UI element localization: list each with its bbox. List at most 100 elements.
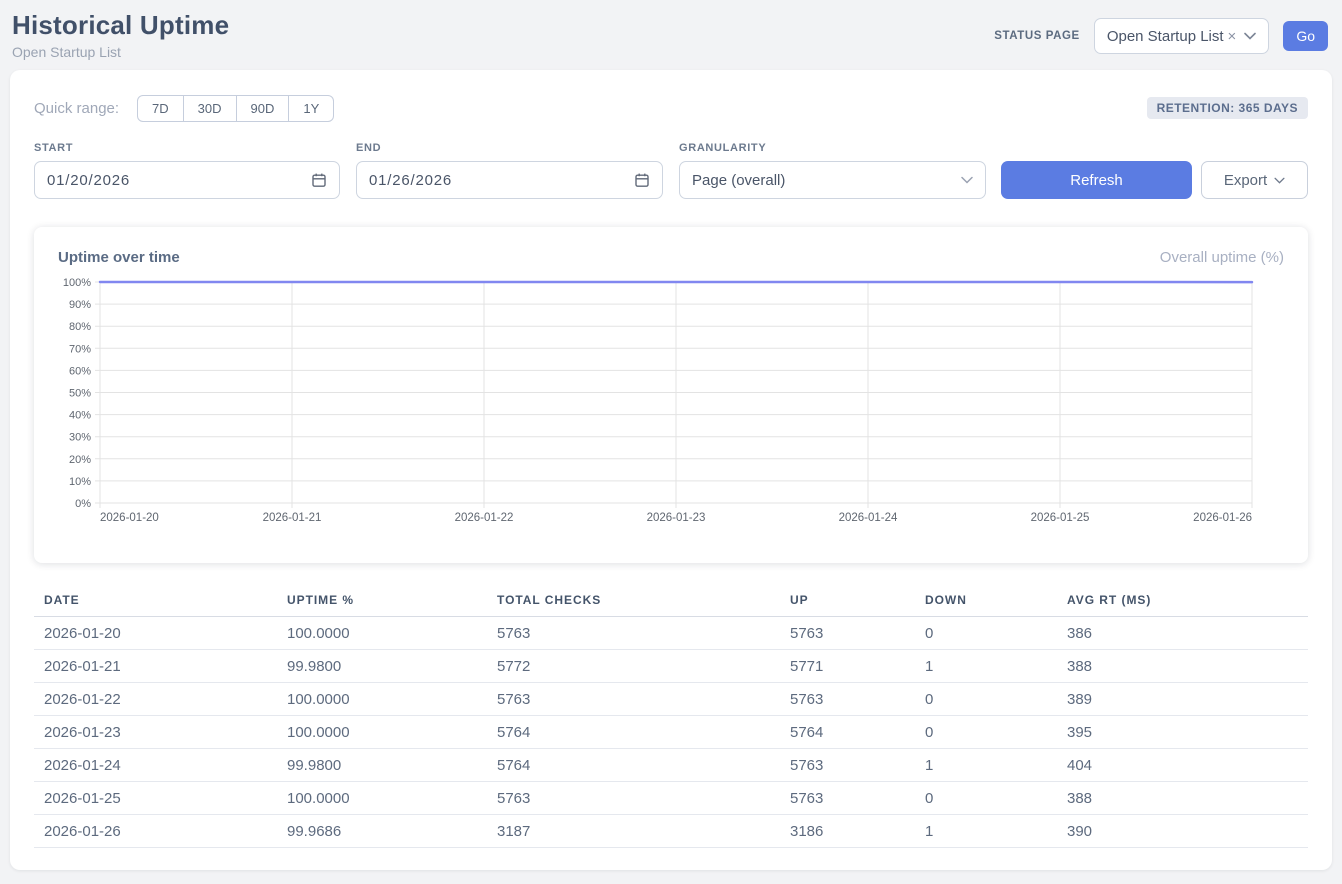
status-page-select[interactable]: Open Startup List × <box>1094 18 1270 54</box>
granularity-select[interactable]: Page (overall) <box>679 161 986 199</box>
chart-title: Uptime over time <box>58 249 180 266</box>
uptime-table: DATE UPTIME % TOTAL CHECKS UP DOWN AVG R… <box>34 587 1308 848</box>
table-cell: 0 <box>915 683 1057 716</box>
table-row: 2026-01-22100.0000576357630389 <box>34 683 1308 716</box>
granularity-selected-value: Page (overall) <box>692 172 785 189</box>
quick-range-row: Quick range: 7D 30D 90D 1Y RETENTION: 36… <box>34 94 1308 122</box>
table-cell: 2026-01-20 <box>34 617 277 650</box>
table-cell: 5771 <box>780 650 915 683</box>
table-cell: 395 <box>1057 716 1308 749</box>
page-header: Historical Uptime Open Startup List STAT… <box>0 0 1342 70</box>
table-cell: 99.9800 <box>277 749 487 782</box>
page-subtitle: Open Startup List <box>12 44 229 60</box>
export-button[interactable]: Export <box>1201 161 1308 199</box>
uptime-chart-card: Uptime over time Overall uptime (%) 100%… <box>34 227 1308 563</box>
column-header-down: DOWN <box>915 587 1057 617</box>
table-cell: 3187 <box>487 815 780 848</box>
chevron-down-icon <box>1274 177 1285 184</box>
svg-text:2026-01-26: 2026-01-26 <box>1193 512 1252 524</box>
quick-range-7d[interactable]: 7D <box>137 95 184 122</box>
svg-text:10%: 10% <box>69 476 91 488</box>
svg-text:40%: 40% <box>69 410 91 422</box>
end-date-input[interactable]: 01/26/2026 <box>356 161 663 199</box>
table-row: 2026-01-20100.0000576357630386 <box>34 617 1308 650</box>
table-cell: 2026-01-22 <box>34 683 277 716</box>
svg-text:2026-01-22: 2026-01-22 <box>455 512 514 524</box>
chevron-down-icon <box>1244 32 1256 40</box>
table-cell: 404 <box>1057 749 1308 782</box>
calendar-icon[interactable] <box>311 172 327 188</box>
quick-range-group: 7D 30D 90D 1Y <box>137 95 334 122</box>
svg-text:2026-01-20: 2026-01-20 <box>100 512 159 524</box>
go-button[interactable]: Go <box>1283 21 1328 51</box>
chevron-down-icon <box>961 176 973 184</box>
refresh-button[interactable]: Refresh <box>1001 161 1192 199</box>
page-title: Historical Uptime <box>12 10 229 41</box>
uptime-table-body: 2026-01-20100.00005763576303862026-01-21… <box>34 617 1308 848</box>
quick-range-30d[interactable]: 30D <box>184 95 237 122</box>
table-cell: 1 <box>915 815 1057 848</box>
end-date-label: END <box>356 142 663 154</box>
svg-text:30%: 30% <box>69 432 91 444</box>
table-cell: 5763 <box>780 749 915 782</box>
svg-text:2026-01-23: 2026-01-23 <box>647 512 706 524</box>
end-date-value: 01/26/2026 <box>369 172 452 189</box>
table-cell: 2026-01-21 <box>34 650 277 683</box>
svg-text:2026-01-24: 2026-01-24 <box>839 512 898 524</box>
table-row: 2026-01-2699.9686318731861390 <box>34 815 1308 848</box>
table-cell: 2026-01-24 <box>34 749 277 782</box>
table-cell: 386 <box>1057 617 1308 650</box>
table-cell: 5763 <box>487 683 780 716</box>
svg-text:90%: 90% <box>69 299 91 311</box>
status-page-label: STATUS PAGE <box>994 30 1080 42</box>
start-date-value: 01/20/2026 <box>47 172 130 189</box>
table-cell: 5764 <box>487 749 780 782</box>
column-header-up: UP <box>780 587 915 617</box>
table-cell: 0 <box>915 716 1057 749</box>
table-cell: 3186 <box>780 815 915 848</box>
table-cell: 1 <box>915 650 1057 683</box>
table-cell: 388 <box>1057 782 1308 815</box>
table-cell: 100.0000 <box>277 617 487 650</box>
table-cell: 0 <box>915 617 1057 650</box>
table-cell: 100.0000 <box>277 716 487 749</box>
export-button-label: Export <box>1224 172 1267 189</box>
table-cell: 5763 <box>487 782 780 815</box>
start-date-label: START <box>34 142 340 154</box>
status-page-selected-value: Open Startup List <box>1107 28 1224 45</box>
table-cell: 5764 <box>780 716 915 749</box>
granularity-label: GRANULARITY <box>679 142 986 154</box>
quick-range-90d[interactable]: 90D <box>237 95 290 122</box>
table-row: 2026-01-25100.0000576357630388 <box>34 782 1308 815</box>
svg-text:2026-01-21: 2026-01-21 <box>263 512 322 524</box>
table-cell: 100.0000 <box>277 782 487 815</box>
table-cell: 388 <box>1057 650 1308 683</box>
table-cell: 100.0000 <box>277 683 487 716</box>
column-header-avg-rt: AVG RT (MS) <box>1057 587 1308 617</box>
table-cell: 390 <box>1057 815 1308 848</box>
quick-range-label: Quick range: <box>34 100 119 117</box>
table-row: 2026-01-2199.9800577257711388 <box>34 650 1308 683</box>
title-block: Historical Uptime Open Startup List <box>12 10 229 60</box>
svg-text:70%: 70% <box>69 343 91 355</box>
table-cell: 5763 <box>780 683 915 716</box>
table-cell: 99.9800 <box>277 650 487 683</box>
clear-icon[interactable]: × <box>1228 28 1237 45</box>
table-row: 2026-01-2499.9800576457631404 <box>34 749 1308 782</box>
start-date-input[interactable]: 01/20/2026 <box>34 161 340 199</box>
svg-text:80%: 80% <box>69 321 91 333</box>
calendar-icon[interactable] <box>634 172 650 188</box>
chart-legend: Overall uptime (%) <box>1160 249 1284 266</box>
table-cell: 1 <box>915 749 1057 782</box>
quick-range-1y[interactable]: 1Y <box>289 95 334 122</box>
table-cell: 5772 <box>487 650 780 683</box>
table-row: 2026-01-23100.0000576457640395 <box>34 716 1308 749</box>
svg-text:2026-01-25: 2026-01-25 <box>1031 512 1090 524</box>
column-header-uptime: UPTIME % <box>277 587 487 617</box>
table-cell: 0 <box>915 782 1057 815</box>
svg-text:100%: 100% <box>63 277 91 289</box>
table-cell: 5764 <box>487 716 780 749</box>
column-header-date: DATE <box>34 587 277 617</box>
table-cell: 2026-01-25 <box>34 782 277 815</box>
table-cell: 2026-01-26 <box>34 815 277 848</box>
